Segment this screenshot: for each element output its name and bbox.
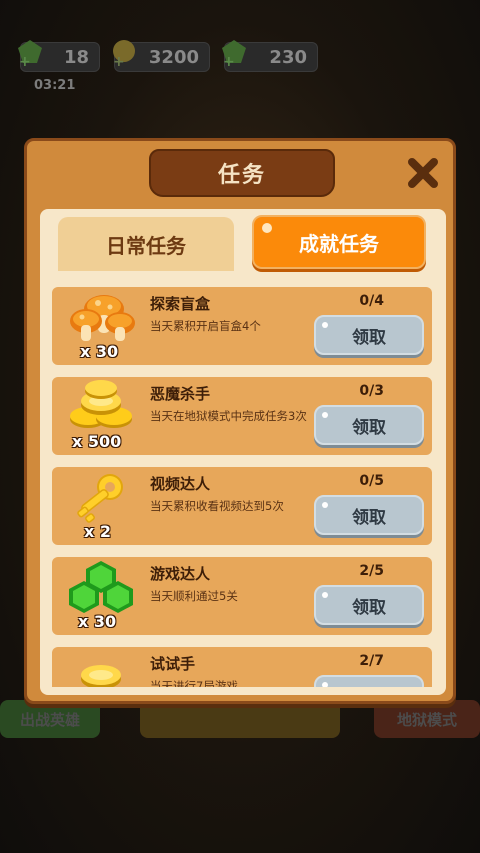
hero-deploy-button: 出战英雄 bbox=[0, 700, 100, 738]
task-progress: 2/7 bbox=[359, 653, 384, 669]
resource-bar: + 18 + 3200 + 230 bbox=[18, 40, 460, 76]
gem-counter: + 230 bbox=[222, 40, 318, 72]
green-gem-icon bbox=[69, 561, 133, 613]
task-title: 游戏达人 bbox=[150, 565, 211, 583]
task-description: 当天累积开启盲盒4个 bbox=[150, 319, 261, 333]
reward-icon-area bbox=[58, 649, 144, 687]
dialog-title: 任务 bbox=[217, 163, 266, 188]
reward-icon-area: x 500 bbox=[58, 379, 144, 453]
coin-counter: + 3200 bbox=[113, 40, 210, 72]
claim-button[interactable]: 领取 bbox=[314, 495, 424, 535]
task-title: 试试手 bbox=[150, 655, 196, 673]
mushroom-icon bbox=[70, 295, 135, 341]
svg-text:+: + bbox=[113, 54, 125, 67]
task-row: x 500 恶魔杀手 当天在地狱模式中完成任务3次 0/3 领取 bbox=[52, 377, 432, 455]
task-title: 探索盲盒 bbox=[150, 295, 211, 313]
claim-button[interactable]: 领取 bbox=[314, 585, 424, 625]
task-list[interactable]: x 30 探索盲盒 当天累积开启盲盒4个 0/4 领取 x 500 恶魔杀手 当… bbox=[52, 287, 432, 687]
claim-button[interactable]: 领取 bbox=[314, 675, 424, 687]
close-button[interactable] bbox=[405, 155, 441, 191]
reward-quantity: x 500 bbox=[72, 432, 122, 451]
gold-coins-icon bbox=[81, 665, 121, 687]
reward-icon-area: x 30 bbox=[58, 559, 144, 633]
tab-achievement-tasks[interactable]: 成就任务 bbox=[252, 215, 426, 269]
reward-quantity: x 30 bbox=[80, 342, 119, 361]
reward-quantity: x 30 bbox=[78, 612, 117, 631]
dialog-content: 日常任务 成就任务 x 30 探索盲盒 当天累积开启盲盒4个 0/4 领取 x … bbox=[40, 209, 446, 695]
task-progress: 0/3 bbox=[359, 383, 384, 399]
task-row: 试试手 当天进行7局游戏 2/7 领取 bbox=[52, 647, 432, 687]
green-gem-icon: + bbox=[222, 40, 246, 67]
task-row: x 2 视频达人 当天累积收看视频达到5次 0/5 领取 bbox=[52, 467, 432, 545]
dialog-title-plate: 任务 bbox=[149, 149, 335, 197]
task-progress: 0/4 bbox=[359, 293, 384, 309]
task-description: 当天在地狱模式中完成任务3次 bbox=[150, 409, 307, 423]
countdown-timer: 03:21 bbox=[34, 78, 76, 93]
task-progress: 0/5 bbox=[359, 473, 384, 489]
task-dialog: 任务 日常任务 成就任务 x 30 探索盲盒 当天累积开启盲盒4个 0/4 领取… bbox=[24, 138, 456, 704]
gold-key-icon bbox=[77, 474, 123, 523]
task-row: x 30 探索盲盒 当天累积开启盲盒4个 0/4 领取 bbox=[52, 287, 432, 365]
coin-icon: + bbox=[113, 40, 135, 67]
gem-value: 230 bbox=[269, 46, 307, 68]
hell-mode-button: 地狱模式 bbox=[374, 700, 480, 738]
reward-quantity: x 2 bbox=[84, 522, 112, 541]
task-description: 当天顺利通过5关 bbox=[150, 589, 238, 603]
close-icon bbox=[408, 158, 438, 188]
reward-icon-area: x 2 bbox=[58, 469, 144, 543]
claim-button[interactable]: 领取 bbox=[314, 405, 424, 445]
reward-icon-area: x 30 bbox=[58, 289, 144, 363]
start-button-dimmed bbox=[140, 700, 340, 738]
task-description: 当天进行7局游戏 bbox=[150, 679, 238, 687]
coin-value: 3200 bbox=[148, 46, 199, 68]
gold-coins-icon bbox=[70, 380, 132, 428]
task-description: 当天累积收看视频达到5次 bbox=[150, 499, 284, 513]
svg-text:+: + bbox=[223, 54, 235, 67]
energy-value: 18 bbox=[63, 46, 89, 68]
svg-text:+: + bbox=[19, 54, 31, 67]
energy-gem-icon: + bbox=[18, 40, 42, 67]
tab-daily-tasks[interactable]: 日常任务 bbox=[58, 217, 234, 271]
energy-counter: + 18 bbox=[18, 40, 100, 72]
claim-button[interactable]: 领取 bbox=[314, 315, 424, 355]
task-row: x 30 游戏达人 当天顺利通过5关 2/5 领取 bbox=[52, 557, 432, 635]
task-progress: 2/5 bbox=[359, 563, 384, 579]
task-title: 视频达人 bbox=[150, 475, 211, 493]
task-title: 恶魔杀手 bbox=[150, 385, 211, 403]
